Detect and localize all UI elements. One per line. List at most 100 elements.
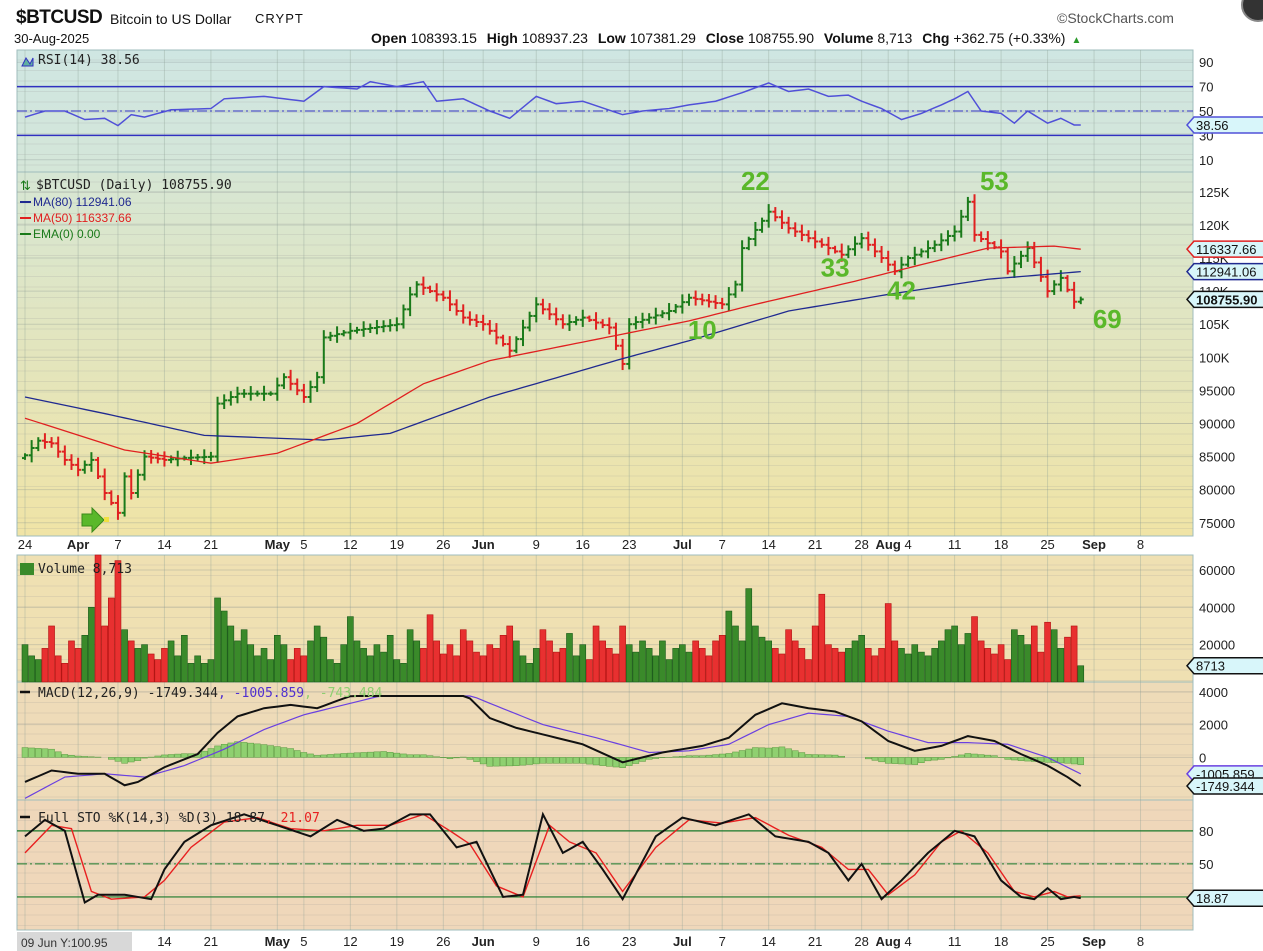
macd-histogram-bar <box>1057 757 1065 764</box>
volume-bar <box>280 644 288 683</box>
x-tick-label: 28 <box>854 537 868 552</box>
x-tick-label-bottom: Sep <box>1082 934 1106 949</box>
volume-bar <box>459 629 467 683</box>
annotation-label: 33 <box>821 253 850 283</box>
volume-bar <box>360 648 367 683</box>
volume-bar <box>127 640 135 683</box>
macd-histogram-bar <box>586 757 593 765</box>
volume-bar <box>672 648 680 683</box>
volume-bar <box>54 655 62 683</box>
y-tick-label: 2000 <box>1199 718 1228 733</box>
macd-histogram-bar <box>871 757 879 761</box>
price-legend: $BTCUSD (Daily) 108755.90 <box>36 178 232 193</box>
x-tick-label: 26 <box>436 537 450 552</box>
macd-histogram-bar <box>805 754 812 758</box>
macd-histogram-bar <box>752 747 759 758</box>
macd-histogram-bar <box>918 757 925 763</box>
volume-bar <box>977 640 985 683</box>
macd-histogram-bar <box>818 754 826 758</box>
volume-bar <box>486 644 494 683</box>
macd-histogram-bar <box>1004 757 1011 760</box>
y-tick-label: 50 <box>1199 857 1213 872</box>
volume-bar <box>904 653 912 683</box>
macd-histogram-bar <box>811 754 819 758</box>
macd-histogram-bar <box>539 757 547 764</box>
x-tick-label-bottom: 7 <box>719 934 726 949</box>
volume-bar <box>453 655 460 683</box>
macd-histogram-bar <box>705 754 713 758</box>
y-tick-label: 100K <box>1199 350 1230 365</box>
volume-bar <box>606 648 613 683</box>
volume-bar <box>612 653 620 683</box>
macd-histogram-bar <box>772 747 779 758</box>
volume-bar <box>732 625 739 683</box>
macd-histogram-bar <box>74 755 82 758</box>
volume-bar <box>147 653 155 683</box>
macd-histogram-bar <box>254 743 261 758</box>
macd-histogram-bar <box>725 753 733 758</box>
y-tick-label: 120K <box>1199 218 1230 233</box>
rsi-legend: RSI(14) 38.56 <box>38 53 140 68</box>
volume-bar <box>572 655 580 683</box>
volume-bar <box>121 629 128 683</box>
volume-bar <box>851 640 859 683</box>
volume-bar <box>858 635 865 683</box>
x-tick-label-bottom: 26 <box>436 934 450 949</box>
volume-bar <box>499 635 507 683</box>
volume-bar <box>506 625 514 683</box>
volume-bar <box>645 648 653 683</box>
x-tick-label-bottom: 8 <box>1137 934 1144 949</box>
volume-bar <box>287 659 294 683</box>
macd-histogram-bar <box>738 750 746 758</box>
volume-bar <box>446 644 454 683</box>
volume-bar <box>785 629 792 683</box>
x-tick-label-bottom: 9 <box>533 934 540 949</box>
volume-bar <box>406 629 414 683</box>
macd-histogram-bar <box>247 742 255 758</box>
x-tick-label: Apr <box>67 537 89 552</box>
y-tick-label: 40000 <box>1199 600 1235 615</box>
y-tick-label: 20000 <box>1199 638 1235 653</box>
volume-bar <box>559 648 567 683</box>
volume-bar <box>1050 629 1058 683</box>
macd-histogram-bar <box>426 755 434 758</box>
volume-bar <box>200 663 208 683</box>
y-tick-label: 60000 <box>1199 563 1235 578</box>
macd-histogram-bar <box>61 754 69 758</box>
volume-bar <box>426 614 434 683</box>
volume-bar <box>194 655 201 683</box>
x-tick-label: 21 <box>808 537 822 552</box>
x-tick-label-bottom: 21 <box>808 934 822 949</box>
volume-bar <box>353 640 361 683</box>
volume-bar <box>1057 648 1065 683</box>
macd-histogram-bar <box>300 752 308 758</box>
annotation-label: 22 <box>741 166 770 196</box>
macd-histogram-bar <box>566 757 573 764</box>
volume-bar <box>705 655 713 683</box>
volume-bar <box>951 625 958 683</box>
macd-histogram-bar <box>606 757 613 767</box>
macd-histogram-bar <box>121 757 128 764</box>
marker-icon <box>104 517 109 522</box>
macd-histogram-bar <box>645 757 653 760</box>
macd-histogram-bar <box>493 757 500 767</box>
macd-histogram-bar <box>964 753 972 758</box>
chart[interactable]: 10305070907500080000850009000095000100K1… <box>0 0 1263 951</box>
macd-histogram-bar <box>552 757 560 764</box>
volume-bar <box>386 635 394 683</box>
macd-histogram-bar <box>433 756 440 758</box>
volume-bar <box>586 659 593 683</box>
volume-bar <box>698 648 706 683</box>
volume-bar <box>479 655 487 683</box>
macd-histogram-bar <box>904 757 912 765</box>
macd-histogram-bar <box>546 757 553 764</box>
volume-bar <box>772 648 779 683</box>
volume-bar <box>918 651 925 683</box>
x-tick-label-bottom: 16 <box>576 934 590 949</box>
volume-bar <box>101 625 108 683</box>
volume-bar <box>938 640 945 683</box>
volume-bar <box>513 640 520 683</box>
y-tick-label: 75000 <box>1199 516 1235 531</box>
volume-bar <box>639 640 646 683</box>
macd-histogram-bar <box>154 755 162 758</box>
